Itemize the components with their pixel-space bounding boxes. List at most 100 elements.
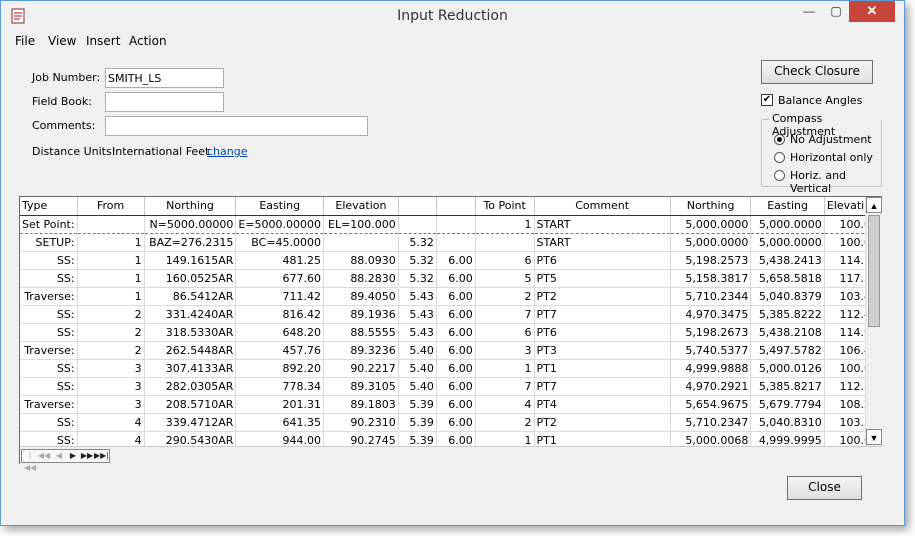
cell-type[interactable]: SS: <box>20 413 78 432</box>
col-header-to-point[interactable]: To Point <box>475 197 535 216</box>
cell-result-easting[interactable]: 5,040.8310 <box>750 413 825 432</box>
cell-to-point[interactable]: 6 <box>475 323 535 342</box>
cell-comment[interactable]: PT1 <box>534 359 671 378</box>
cell-easting[interactable]: E=5000.00000 <box>235 215 325 234</box>
cell-result-easting[interactable]: 5,438.2413 <box>750 251 825 270</box>
nav-next-icon[interactable]: ▶ <box>66 450 80 462</box>
cell-northing[interactable]: 208.5710AR <box>144 395 237 414</box>
col-header-result-northing[interactable]: Northing <box>670 197 752 216</box>
cell-result-northing[interactable]: 4,970.3475 <box>670 305 752 324</box>
check-closure-button[interactable]: Check Closure <box>761 60 873 84</box>
radio-no-adjustment[interactable] <box>774 134 785 145</box>
cell-type[interactable]: SS: <box>20 269 78 288</box>
table-row[interactable]: SS: 2 331.4240AR 816.42 89.1936 5.43 6.00 7 PT7 4… <box>20 305 882 324</box>
cell-result-northing[interactable]: 5,740.5377 <box>670 341 752 360</box>
cell-elevation[interactable]: 89.1936 <box>323 305 399 324</box>
col-header-northing[interactable]: Northing <box>144 197 237 216</box>
cell-to-point[interactable]: 2 <box>475 413 535 432</box>
col-header-hi[interactable] <box>398 197 437 216</box>
cell-northing[interactable]: 149.1615AR <box>144 251 237 270</box>
cell-hi[interactable]: 5.40 <box>398 341 437 360</box>
cell-hi[interactable]: 5.32 <box>398 233 437 252</box>
menu-file[interactable]: File <box>15 34 35 48</box>
cell-northing[interactable]: 331.4240AR <box>144 305 237 324</box>
cell-to-point[interactable]: 7 <box>475 377 535 396</box>
comments-field[interactable] <box>105 116 368 136</box>
cell-comment[interactable]: PT4 <box>534 395 671 414</box>
cell-elevation[interactable] <box>323 233 399 252</box>
cell-elevation[interactable]: 88.0930 <box>323 251 399 270</box>
cell-to-point[interactable]: 6 <box>475 251 535 270</box>
col-header-easting[interactable]: Easting <box>235 197 325 216</box>
cell-elevation[interactable]: 89.1803 <box>323 395 399 414</box>
cell-from[interactable]: 1 <box>77 269 145 288</box>
window-close-button[interactable]: ✕ <box>849 1 895 22</box>
scroll-down-arrow-icon[interactable]: ▼ <box>866 429 882 445</box>
cell-northing[interactable]: 318.5330AR <box>144 323 237 342</box>
table-row[interactable]: SETUP: 1 BAZ=276.2315 BC=45.0000 5.32 START 5,… <box>20 233 882 252</box>
cell-easting[interactable]: 677.60 <box>235 269 325 288</box>
cell-to-point[interactable]: 5 <box>475 269 535 288</box>
cell-northing[interactable]: N=5000.00000 <box>144 215 237 234</box>
cell-northing[interactable]: 282.0305AR <box>144 377 237 396</box>
cell-type[interactable]: SS: <box>20 305 78 324</box>
cell-ht[interactable] <box>436 233 476 252</box>
cell-from[interactable]: 3 <box>77 395 145 414</box>
cell-hi[interactable] <box>398 215 437 234</box>
field-book-field[interactable] <box>105 92 224 112</box>
cell-to-point[interactable] <box>475 233 535 252</box>
menu-insert[interactable]: Insert <box>86 34 120 48</box>
cell-northing[interactable]: 160.0525AR <box>144 269 237 288</box>
table-row[interactable]: SS: 1 160.0525AR 677.60 88.2830 5.32 6.00 5 PT5 5… <box>20 269 882 288</box>
table-row[interactable]: Traverse: 2 262.5448AR 457.76 89.3236 5.40 6.0… <box>20 341 882 360</box>
cell-comment[interactable]: START <box>534 215 671 234</box>
cell-easting[interactable]: 457.76 <box>235 341 325 360</box>
cell-result-northing[interactable]: 5,710.2347 <box>670 413 752 432</box>
cell-to-point[interactable]: 7 <box>475 305 535 324</box>
cell-easting[interactable]: 481.25 <box>235 251 325 270</box>
cell-comment[interactable]: PT5 <box>534 269 671 288</box>
cell-result-easting[interactable]: 5,000.0126 <box>750 359 825 378</box>
cell-ht[interactable]: 6.00 <box>436 341 476 360</box>
cell-elevation[interactable]: 88.5555 <box>323 323 399 342</box>
nav-first-icon[interactable]: |◀◀ <box>23 450 37 472</box>
table-row[interactable]: SS: 1 149.1615AR 481.25 88.0930 5.32 6.00 6 PT6 5… <box>20 251 882 270</box>
cell-type[interactable]: Set Point: <box>20 215 78 234</box>
nav-next-page-icon[interactable]: ▶▶ <box>80 450 94 462</box>
cell-result-easting[interactable]: 5,385.8222 <box>750 305 825 324</box>
cell-hi[interactable]: 5.40 <box>398 359 437 378</box>
cell-easting[interactable]: 778.34 <box>235 377 325 396</box>
cell-ht[interactable]: 6.00 <box>436 305 476 324</box>
cell-easting[interactable]: 648.20 <box>235 323 325 342</box>
cell-to-point[interactable]: 2 <box>475 287 535 306</box>
cell-from[interactable]: 3 <box>77 377 145 396</box>
cell-type[interactable]: Traverse: <box>20 287 78 306</box>
cell-type[interactable]: SS: <box>20 377 78 396</box>
cell-result-easting[interactable]: 5,000.0000 <box>750 233 825 252</box>
cell-elevation[interactable]: 88.2830 <box>323 269 399 288</box>
cell-hi[interactable]: 5.43 <box>398 305 437 324</box>
cell-comment[interactable]: PT6 <box>534 251 671 270</box>
cell-from[interactable]: 3 <box>77 359 145 378</box>
cell-from[interactable]: 1 <box>77 251 145 270</box>
cell-northing[interactable]: BAZ=276.2315 <box>144 233 237 252</box>
cell-easting[interactable]: 641.35 <box>235 413 325 432</box>
cell-result-northing[interactable]: 5,710.2344 <box>670 287 752 306</box>
cell-comment[interactable]: PT3 <box>534 341 671 360</box>
cell-result-easting[interactable]: 5,040.8379 <box>750 287 825 306</box>
cell-comment[interactable]: START <box>534 233 671 252</box>
col-header-comment[interactable]: Comment <box>534 197 671 216</box>
cell-from[interactable]: 1 <box>77 287 145 306</box>
cell-elevation[interactable]: 89.3236 <box>323 341 399 360</box>
vertical-scrollbar[interactable]: ▲ ▼ <box>865 197 882 446</box>
cell-comment[interactable]: PT6 <box>534 323 671 342</box>
cell-type[interactable]: SS: <box>20 323 78 342</box>
minimize-button[interactable]: — <box>795 1 823 22</box>
cell-elevation[interactable]: 89.4050 <box>323 287 399 306</box>
cell-hi[interactable]: 5.39 <box>398 395 437 414</box>
cell-from[interactable]: 1 <box>77 233 145 252</box>
cell-hi[interactable]: 5.40 <box>398 377 437 396</box>
cell-ht[interactable]: 6.00 <box>436 359 476 378</box>
cell-ht[interactable]: 6.00 <box>436 251 476 270</box>
cell-ht[interactable] <box>436 215 476 234</box>
